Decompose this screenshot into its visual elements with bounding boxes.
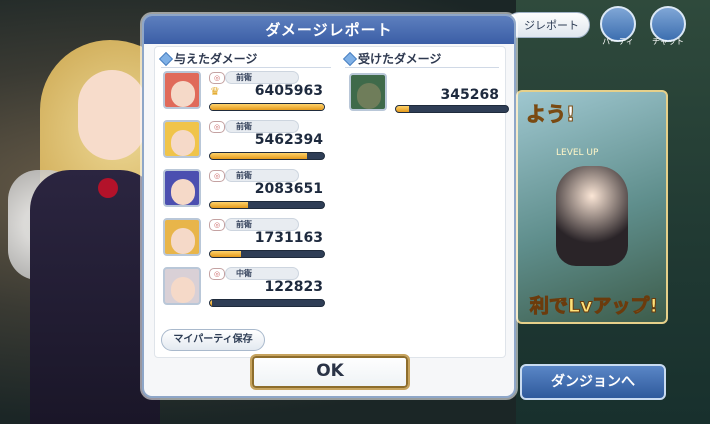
divider — [345, 67, 499, 68]
taken-damage-value: 345268 — [440, 87, 499, 103]
character-face — [78, 70, 146, 160]
party-label: パーティ — [602, 37, 634, 46]
dealt-damage-value: 6405963 — [254, 83, 323, 99]
dealt-damage-bar — [209, 152, 325, 160]
dealt-damage-row: ◎ 中衛 122823 — [163, 267, 325, 311]
character-outfit — [30, 170, 160, 424]
dealt-damage-bar-fill — [210, 153, 307, 159]
dealt-damage-row: ◎ 前衛 1731163 — [163, 218, 325, 262]
enemy-portrait — [349, 73, 387, 111]
damage-report-button[interactable]: ジレポート — [506, 12, 590, 38]
taken-damage-row: 345268 — [349, 73, 509, 117]
dealt-damage-value: 5462394 — [254, 132, 323, 148]
dealt-damage-value: 122823 — [264, 279, 323, 295]
dealt-damage-bar — [209, 250, 325, 258]
dealt-damage-row: ◎ 前衛 ♛ 6405963 — [163, 71, 325, 115]
banner-caption: 利でLvアップ! — [529, 295, 659, 318]
diamond-icon — [342, 51, 358, 66]
dialog-title: ダメージレポート — [265, 21, 393, 39]
character-portrait — [163, 267, 201, 305]
crown-icon: ♛ — [210, 85, 220, 98]
chat-label: チャット — [652, 37, 684, 46]
character-gem — [98, 178, 118, 198]
level-badge-icon: ◎ — [209, 219, 225, 231]
ok-button[interactable]: OK — [250, 354, 410, 390]
banner-level-up-text: LEVEL UP — [556, 148, 599, 158]
taken-damage-header: 受けたダメージ — [342, 50, 441, 67]
banner-character — [556, 166, 628, 266]
dialog-body: 与えたダメージ 受けたダメージ ◎ 前衛 ♛ 6405963 ◎ 前衛 5462394 ◎ 前衛… — [154, 46, 509, 358]
dealt-damage-bar — [209, 103, 325, 111]
level-badge-icon: ◎ — [209, 268, 225, 280]
banner-headline: よう! — [525, 102, 576, 127]
dealt-damage-row: ◎ 前衛 5462394 — [163, 120, 325, 164]
dealt-damage-bar-fill — [210, 104, 324, 110]
damage-report-dialog: ダメージレポート 与えたダメージ 受けたダメージ ◎ 前衛 ♛ 6405963 ◎ 前衛 5… — [142, 14, 516, 398]
level-up-banner[interactable]: よう! LEVEL UP 利でLvアップ! — [516, 90, 668, 324]
dealt-damage-value: 1731163 — [254, 230, 323, 246]
dealt-damage-bar — [209, 299, 325, 307]
dealt-damage-value: 2083651 — [254, 181, 323, 197]
diamond-icon — [158, 51, 174, 66]
character-portrait — [163, 120, 201, 158]
dealt-damage-header: 与えたダメージ — [158, 50, 257, 67]
taken-damage-bar — [395, 105, 509, 113]
dealt-damage-bar-fill — [210, 202, 248, 208]
dealt-damage-bar-fill — [210, 251, 241, 257]
character-portrait — [163, 169, 201, 207]
dungeon-button[interactable]: ダンジョンへ — [520, 364, 666, 400]
save-party-button[interactable]: マイパーティ保存 — [161, 329, 265, 351]
dealt-damage-bar-fill — [210, 300, 213, 306]
character-portrait — [163, 71, 201, 109]
character-portrait — [163, 218, 201, 256]
divider — [161, 67, 331, 68]
level-badge-icon: ◎ — [209, 121, 225, 133]
level-badge-icon: ◎ — [209, 72, 225, 84]
level-badge-icon: ◎ — [209, 170, 225, 182]
dealt-damage-bar — [209, 201, 325, 209]
dialog-header: ダメージレポート — [144, 16, 514, 44]
dealt-damage-row: ◎ 前衛 2083651 — [163, 169, 325, 213]
